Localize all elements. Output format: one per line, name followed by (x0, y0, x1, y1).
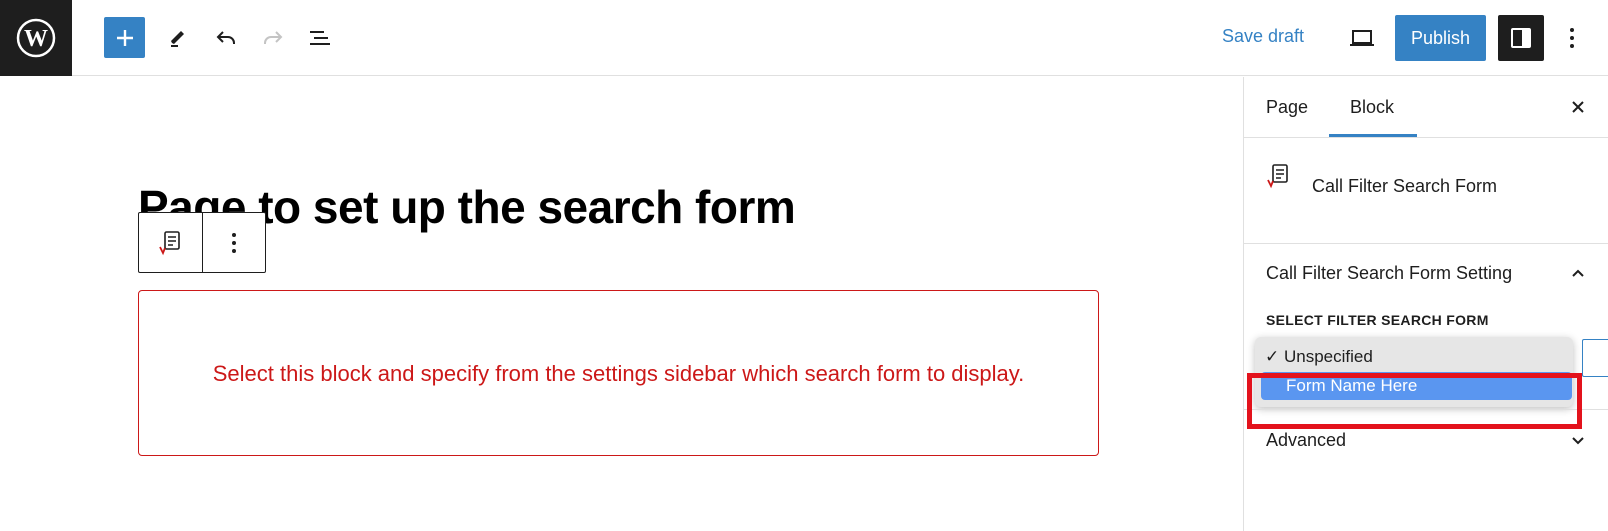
select-filter-search-form[interactable] (1582, 339, 1608, 377)
add-block-button[interactable] (104, 17, 145, 58)
desktop-preview-icon (1350, 30, 1374, 46)
close-icon (1572, 101, 1584, 113)
pencil-icon (171, 31, 184, 47)
settings-sidebar: Page Block Call Filter Search Form Call … (1243, 77, 1608, 531)
block-options-button[interactable] (201, 213, 266, 272)
active-tab-indicator (1329, 134, 1417, 137)
sidebar-tabs: Page Block (1244, 77, 1608, 138)
editor-header: W Save draft Publish (0, 0, 1608, 76)
save-draft-button[interactable]: Save draft (1222, 26, 1304, 47)
close-sidebar-button[interactable] (1566, 95, 1590, 119)
search-form-block-icon (159, 230, 181, 255)
redo-button[interactable] (253, 18, 293, 58)
editor-canvas: Page to set up the search form Select th… (0, 77, 1243, 531)
svg-text:W: W (24, 26, 48, 52)
sidebar-toggle-icon (1511, 28, 1531, 48)
list-view-icon (310, 31, 330, 45)
block-toolbar (138, 212, 266, 273)
publish-button[interactable]: Publish (1395, 15, 1486, 61)
settings-toggle-button[interactable] (1498, 15, 1544, 61)
option-unspecified[interactable]: ✓ Unspecified (1265, 347, 1373, 367)
checkmark-icon: ✓ (1265, 347, 1280, 366)
option-label: Unspecified (1283, 347, 1373, 366)
redo-icon (264, 31, 283, 44)
chevron-up-icon[interactable] (1568, 263, 1588, 283)
block-type-button[interactable] (139, 213, 202, 272)
panel-title-form-setting[interactable]: Call Filter Search Form Setting (1266, 263, 1512, 284)
vertical-ellipsis-icon (1570, 28, 1574, 48)
undo-button[interactable] (206, 18, 246, 58)
wordpress-logo-icon[interactable]: W (0, 0, 72, 76)
search-form-block-icon (1264, 162, 1292, 195)
tab-page[interactable]: Page (1266, 97, 1308, 118)
block-card-title: Call Filter Search Form (1312, 176, 1498, 196)
chevron-down-icon[interactable] (1568, 431, 1588, 451)
plus-icon (116, 29, 133, 46)
vertical-ellipsis-icon (231, 232, 236, 253)
highlight-annotation-box (1247, 373, 1582, 429)
panel-title-advanced[interactable]: Advanced (1266, 430, 1346, 451)
placeholder-message: Select this block and specify from the s… (212, 360, 1025, 386)
block-card: Call Filter Search Form (1244, 138, 1608, 244)
tools-button[interactable] (158, 18, 198, 58)
preview-button[interactable] (1342, 18, 1382, 58)
select-filter-search-form-label: SELECT FILTER SEARCH FORM (1266, 312, 1489, 328)
list-view-button[interactable] (300, 18, 340, 58)
options-button[interactable] (1554, 18, 1590, 58)
tab-block[interactable]: Block (1350, 97, 1394, 118)
undo-icon (216, 31, 235, 44)
search-form-block-placeholder[interactable]: Select this block and specify from the s… (138, 290, 1099, 456)
